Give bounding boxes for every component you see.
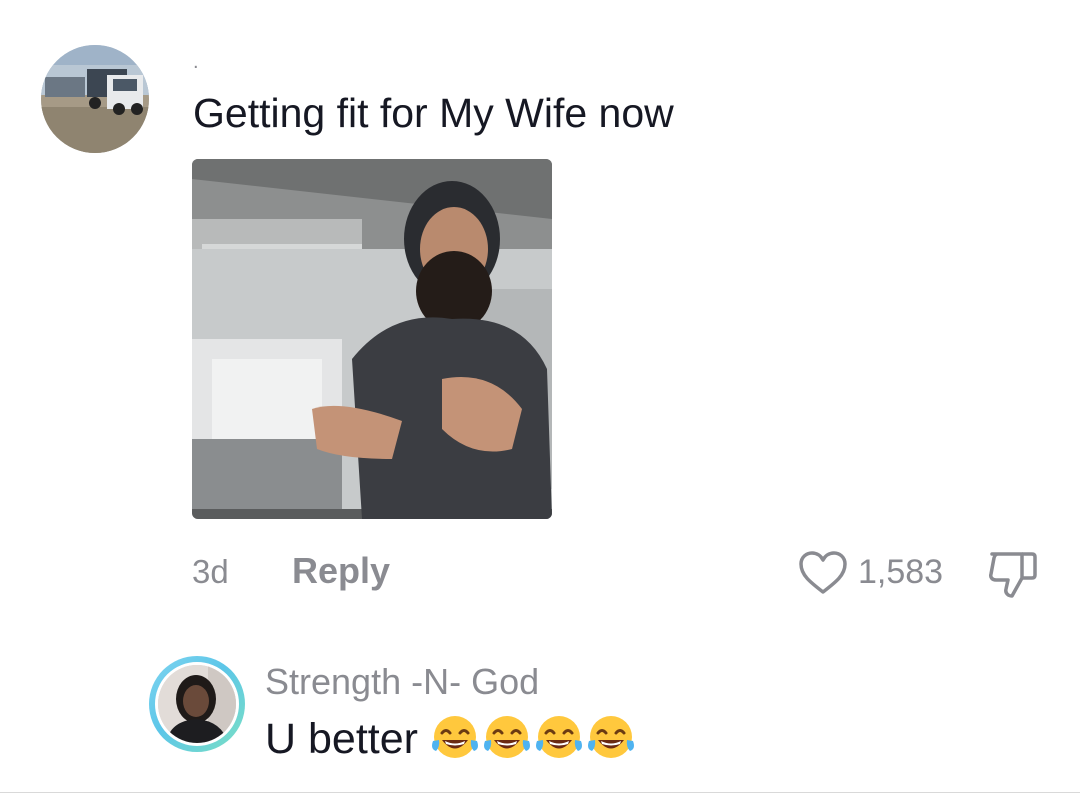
face-with-tears-of-joy-icon [431,716,478,758]
dislike-button[interactable] [986,548,1040,600]
comment-username[interactable]: . [193,52,199,72]
avatar-photo [41,45,149,153]
comment-text: Getting fit for My Wife now [193,90,674,136]
avatar-photo [158,665,236,743]
reply-text: U better [265,713,638,765]
reply-button[interactable]: Reply [292,550,390,592]
comment-media-gif[interactable] [192,159,552,519]
reply-commenter-avatar[interactable] [155,662,239,746]
gif-image [192,159,552,519]
face-with-tears-of-joy-icon [587,716,634,758]
face-with-tears-of-joy-icon [483,716,530,758]
like-button[interactable] [798,550,848,596]
reply-text-body: U better [265,715,418,763]
heart-icon [799,551,847,594]
reply-username[interactable]: Strength -N- God [265,660,539,704]
commenter-avatar[interactable] [41,45,149,153]
thumbs-down-icon [989,552,1037,598]
divider [0,792,1080,793]
face-with-tears-of-joy-icon [535,716,582,758]
comment-age: 3d [192,553,229,590]
emoji-group [430,715,638,763]
like-count: 1,583 [858,553,944,591]
